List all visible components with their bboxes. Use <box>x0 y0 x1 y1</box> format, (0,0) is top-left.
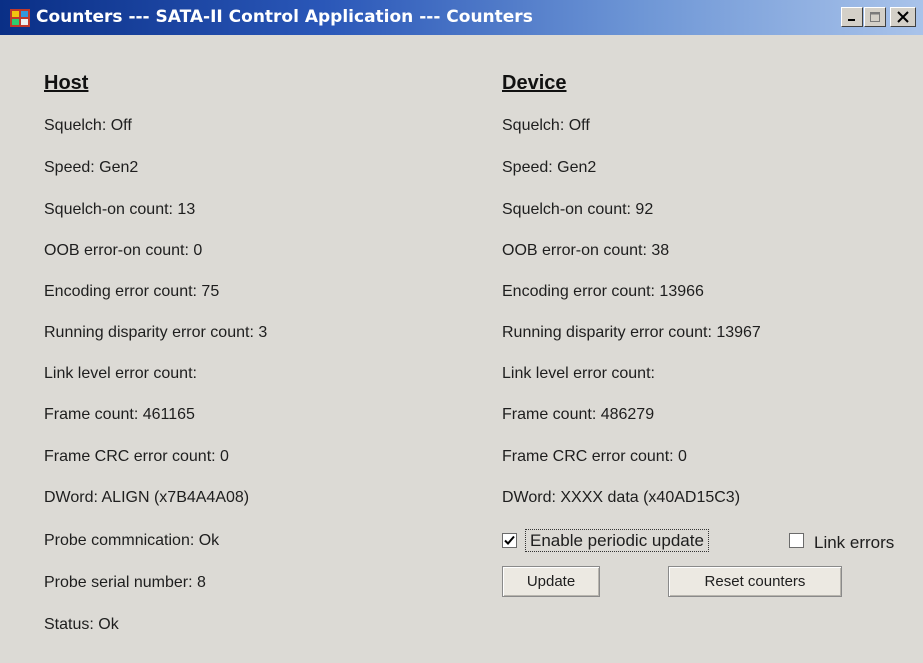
reset-counters-button[interactable]: Reset counters <box>668 566 842 597</box>
host-status: Status: Ok <box>44 616 119 633</box>
enable-periodic-update-text: Enable periodic update <box>525 529 709 552</box>
host-oob-error-count: OOB error-on count: 0 <box>44 242 203 259</box>
link-errors-checkbox[interactable] <box>789 533 804 548</box>
device-oob-error-count: OOB error-on count: 38 <box>502 242 670 259</box>
title-bar[interactable]: Counters --- SATA-II Control Application… <box>0 0 923 35</box>
device-running-disparity-count: Running disparity error count: 13967 <box>502 324 761 341</box>
maximize-icon <box>870 12 880 22</box>
enable-periodic-update-checkbox[interactable] <box>502 533 517 548</box>
device-link-level-error-count: Link level error count: <box>502 365 655 382</box>
close-button[interactable] <box>890 7 916 27</box>
device-squelch-on-count: Squelch-on count: 92 <box>502 201 654 218</box>
host-running-disparity-count: Running disparity error count: 3 <box>44 324 268 341</box>
checkmark-icon <box>504 535 515 545</box>
device-encoding-error-count: Encoding error count: 13966 <box>502 283 704 300</box>
host-heading: Host <box>44 72 89 94</box>
device-frame-count: Frame count: 486279 <box>502 406 655 423</box>
host-probe-serial-number: Probe serial number: 8 <box>44 574 206 591</box>
host-encoding-error-count: Encoding error count: 75 <box>44 283 220 300</box>
maximize-button[interactable] <box>864 7 886 27</box>
host-link-level-error-count: Link level error count: <box>44 365 197 382</box>
update-button[interactable]: Update <box>502 566 600 597</box>
host-frame-count: Frame count: 461165 <box>44 406 195 423</box>
host-probe-communication: Probe commnication: Ok <box>44 532 220 549</box>
minimize-button[interactable] <box>841 7 863 27</box>
close-icon <box>897 11 909 23</box>
host-squelch: Squelch: Off <box>44 117 132 134</box>
host-frame-crc-error-count: Frame CRC error count: 0 <box>44 448 229 465</box>
device-dword: DWord: XXXX data (x40AD15C3) <box>502 489 741 506</box>
host-dword: DWord: ALIGN (x7B4A4A08) <box>44 489 250 506</box>
minimize-icon <box>848 19 855 21</box>
enable-periodic-update-label[interactable]: Enable periodic update <box>525 529 709 552</box>
device-heading: Device <box>502 72 567 94</box>
host-squelch-on-count: Squelch-on count: 13 <box>44 201 196 218</box>
device-speed: Speed: Gen2 <box>502 159 597 176</box>
window-title: Counters --- SATA-II Control Application… <box>36 7 533 27</box>
device-squelch: Squelch: Off <box>502 117 590 134</box>
host-speed: Speed: Gen2 <box>44 159 139 176</box>
app-window-icon <box>10 9 30 27</box>
device-frame-crc-error-count: Frame CRC error count: 0 <box>502 448 687 465</box>
link-errors-label[interactable]: Link errors <box>814 533 894 553</box>
